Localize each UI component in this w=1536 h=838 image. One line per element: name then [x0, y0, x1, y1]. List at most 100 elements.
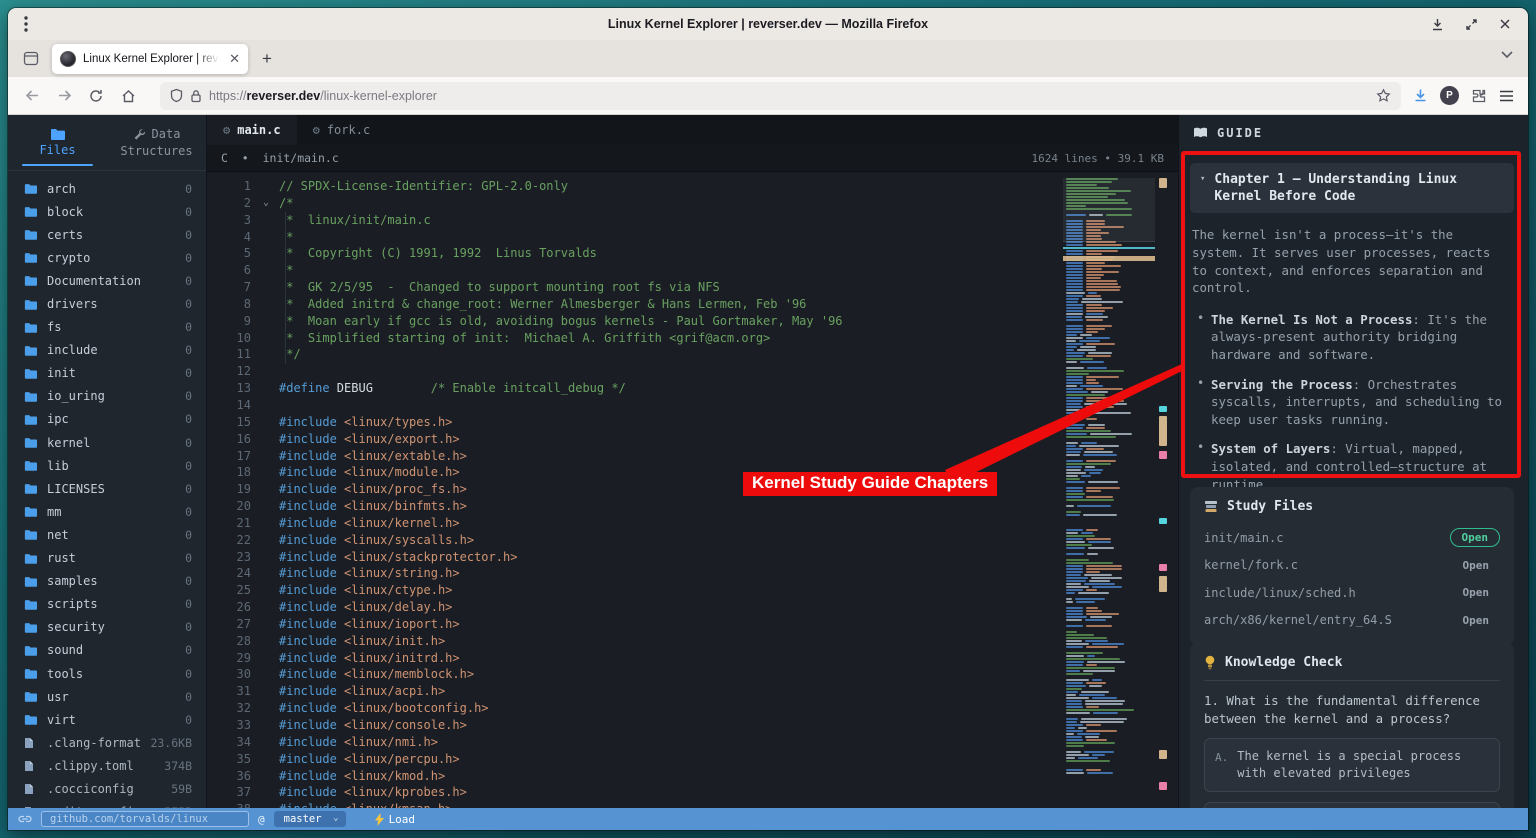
reload-icon[interactable]	[82, 82, 110, 110]
code-line[interactable]: 17#include <linux/extable.h>	[207, 448, 1178, 465]
answer-option[interactable]: A.The kernel is a special process with e…	[1204, 738, 1500, 792]
code-line[interactable]: 37#include <linux/kprobes.h>	[207, 784, 1178, 801]
file-tree-row[interactable]: .clang-format23.6KB	[8, 731, 206, 754]
code-line[interactable]: 35#include <linux/percpu.h>	[207, 751, 1178, 768]
tab-close-icon[interactable]: ✕	[229, 51, 240, 67]
code-area[interactable]: 1// SPDX-License-Identifier: GPL-2.0-onl…	[207, 172, 1178, 808]
file-tree-row[interactable]: fs0	[8, 316, 206, 339]
code-line[interactable]: 26#include <linux/delay.h>	[207, 599, 1178, 616]
code-line[interactable]: 28#include <linux/init.h>	[207, 633, 1178, 650]
bookmark-star-icon[interactable]	[1376, 88, 1391, 103]
code-line[interactable]: 14	[207, 397, 1178, 414]
code-line[interactable]: 25#include <linux/ctype.h>	[207, 582, 1178, 599]
repo-url-input[interactable]	[41, 811, 249, 827]
titlebar[interactable]: Linux Kernel Explorer | reverser.dev — M…	[8, 8, 1528, 40]
file-tree-row[interactable]: rust0	[8, 547, 206, 570]
code-line[interactable]: 15#include <linux/types.h>	[207, 414, 1178, 431]
sidebar-tab-data-structures[interactable]: Data Structures	[107, 115, 206, 170]
code-line[interactable]: 30#include <linux/memblock.h>	[207, 666, 1178, 683]
file-tree-row[interactable]: drivers0	[8, 292, 206, 315]
file-tree-row[interactable]: .editorconfig575B	[8, 801, 206, 808]
minimap-viewport[interactable]	[1063, 178, 1155, 242]
code-line[interactable]: 32#include <linux/bootconfig.h>	[207, 700, 1178, 717]
code-line[interactable]: 29#include <linux/initrd.h>	[207, 650, 1178, 667]
code-line[interactable]: 4 *	[207, 229, 1178, 246]
code-line[interactable]: 2⌄/*	[207, 195, 1178, 212]
open-button[interactable]: Open	[1452, 612, 1501, 629]
file-tree-row[interactable]: usr0	[8, 685, 206, 708]
file-tree-row[interactable]: arch0	[8, 177, 206, 200]
downloads-icon[interactable]	[1413, 88, 1428, 103]
code-line[interactable]: 22#include <linux/syscalls.h>	[207, 532, 1178, 549]
code-line[interactable]: 16#include <linux/export.h>	[207, 431, 1178, 448]
chapter-header[interactable]: ▾ Chapter 1 — Understanding Linux Kernel…	[1190, 163, 1514, 213]
code-line[interactable]: 5 * Copyright (C) 1991, 1992 Linus Torva…	[207, 245, 1178, 262]
back-icon[interactable]	[18, 82, 46, 110]
forward-icon[interactable]	[50, 82, 78, 110]
file-tree-row[interactable]: crypto0	[8, 246, 206, 269]
file-tree-row[interactable]: LICENSES0	[8, 477, 206, 500]
minimap[interactable]	[1063, 178, 1155, 804]
code-line[interactable]: 23#include <linux/stackprotector.h>	[207, 549, 1178, 566]
file-tree-row[interactable]: lib0	[8, 454, 206, 477]
close-button[interactable]	[1492, 12, 1518, 36]
code-line[interactable]: 33#include <linux/console.h>	[207, 717, 1178, 734]
code-line[interactable]: 11 */	[207, 346, 1178, 363]
maximize-button[interactable]	[1458, 12, 1484, 36]
home-icon[interactable]	[114, 82, 142, 110]
file-tree-row[interactable]: scripts0	[8, 593, 206, 616]
answer-option[interactable]: B.The kernel is not a process—it's the s…	[1204, 802, 1500, 808]
firefox-view-icon[interactable]	[16, 45, 46, 73]
open-button[interactable]: Open	[1452, 557, 1501, 574]
window-menu-icon[interactable]	[24, 15, 28, 33]
code-line[interactable]: 34#include <linux/nmi.h>	[207, 734, 1178, 751]
code-line[interactable]: 13#define DEBUG /* Enable initcall_debug…	[207, 380, 1178, 397]
file-tree-row[interactable]: certs0	[8, 223, 206, 246]
load-button[interactable]: Load	[375, 813, 416, 826]
file-tree-row[interactable]: init0	[8, 362, 206, 385]
code-line[interactable]: 8 * Added initrd & change_root: Werner A…	[207, 296, 1178, 313]
editor-tab-main-c[interactable]: ⚙ main.c	[207, 115, 297, 145]
code-line[interactable]: 21#include <linux/kernel.h>	[207, 515, 1178, 532]
code-line[interactable]: 9 * Moan early if gcc is old, avoiding b…	[207, 313, 1178, 330]
file-tree-row[interactable]: .clippy.toml374B	[8, 754, 206, 777]
url-bar[interactable]: https://reverser.dev/linux-kernel-explor…	[160, 82, 1401, 110]
code-line[interactable]: 38#include <linux/kmsan.h>	[207, 801, 1178, 808]
code-line[interactable]: 24#include <linux/string.h>	[207, 565, 1178, 582]
code-line[interactable]: 31#include <linux/acpi.h>	[207, 683, 1178, 700]
editor-tab-fork-c[interactable]: ⚙ fork.c	[297, 115, 387, 145]
minimize-button[interactable]	[1424, 12, 1450, 36]
code-line[interactable]: 36#include <linux/kmod.h>	[207, 768, 1178, 785]
extensions-puzzle-icon[interactable]	[1471, 88, 1487, 104]
browser-tab[interactable]: Linux Kernel Explorer | reverser ✕	[52, 44, 248, 74]
list-all-tabs-icon[interactable]	[1500, 50, 1514, 59]
code-line[interactable]: 27#include <linux/ioport.h>	[207, 616, 1178, 633]
menu-hamburger-icon[interactable]	[1499, 90, 1514, 102]
file-tree-row[interactable]: io_uring0	[8, 385, 206, 408]
branch-select[interactable]: master ⌄	[274, 811, 346, 827]
code-line[interactable]: 19#include <linux/proc_fs.h>	[207, 481, 1178, 498]
code-line[interactable]: 10 * Simplified starting of init: Michae…	[207, 330, 1178, 347]
code-line[interactable]: 18#include <linux/module.h>	[207, 464, 1178, 481]
profile-badge[interactable]: P	[1440, 86, 1459, 105]
code-line[interactable]: 3 * linux/init/main.c	[207, 212, 1178, 229]
file-tree-row[interactable]: sound0	[8, 639, 206, 662]
file-tree-row[interactable]: mm0	[8, 500, 206, 523]
open-button[interactable]: Open	[1452, 584, 1501, 601]
file-tree-row[interactable]: net0	[8, 523, 206, 546]
file-tree-row[interactable]: virt0	[8, 708, 206, 731]
code-line[interactable]: 20#include <linux/binfmts.h>	[207, 498, 1178, 515]
file-tree-row[interactable]: .cocciconfig59B	[8, 777, 206, 800]
code-line[interactable]: 7 * GK 2/5/95 - Changed to support mount…	[207, 279, 1178, 296]
code-line[interactable]: 12	[207, 363, 1178, 380]
file-tree-row[interactable]: samples0	[8, 570, 206, 593]
open-button[interactable]: Open	[1450, 528, 1501, 547]
sidebar-tab-files[interactable]: Files	[8, 115, 107, 170]
file-tree-row[interactable]: include0	[8, 339, 206, 362]
file-tree-row[interactable]: block0	[8, 200, 206, 223]
file-tree-row[interactable]: security0	[8, 616, 206, 639]
lock-icon[interactable]	[190, 89, 202, 103]
fold-chevron-icon[interactable]: ⌄	[263, 195, 279, 212]
file-tree-row[interactable]: Documentation0	[8, 269, 206, 292]
file-tree-row[interactable]: tools0	[8, 662, 206, 685]
